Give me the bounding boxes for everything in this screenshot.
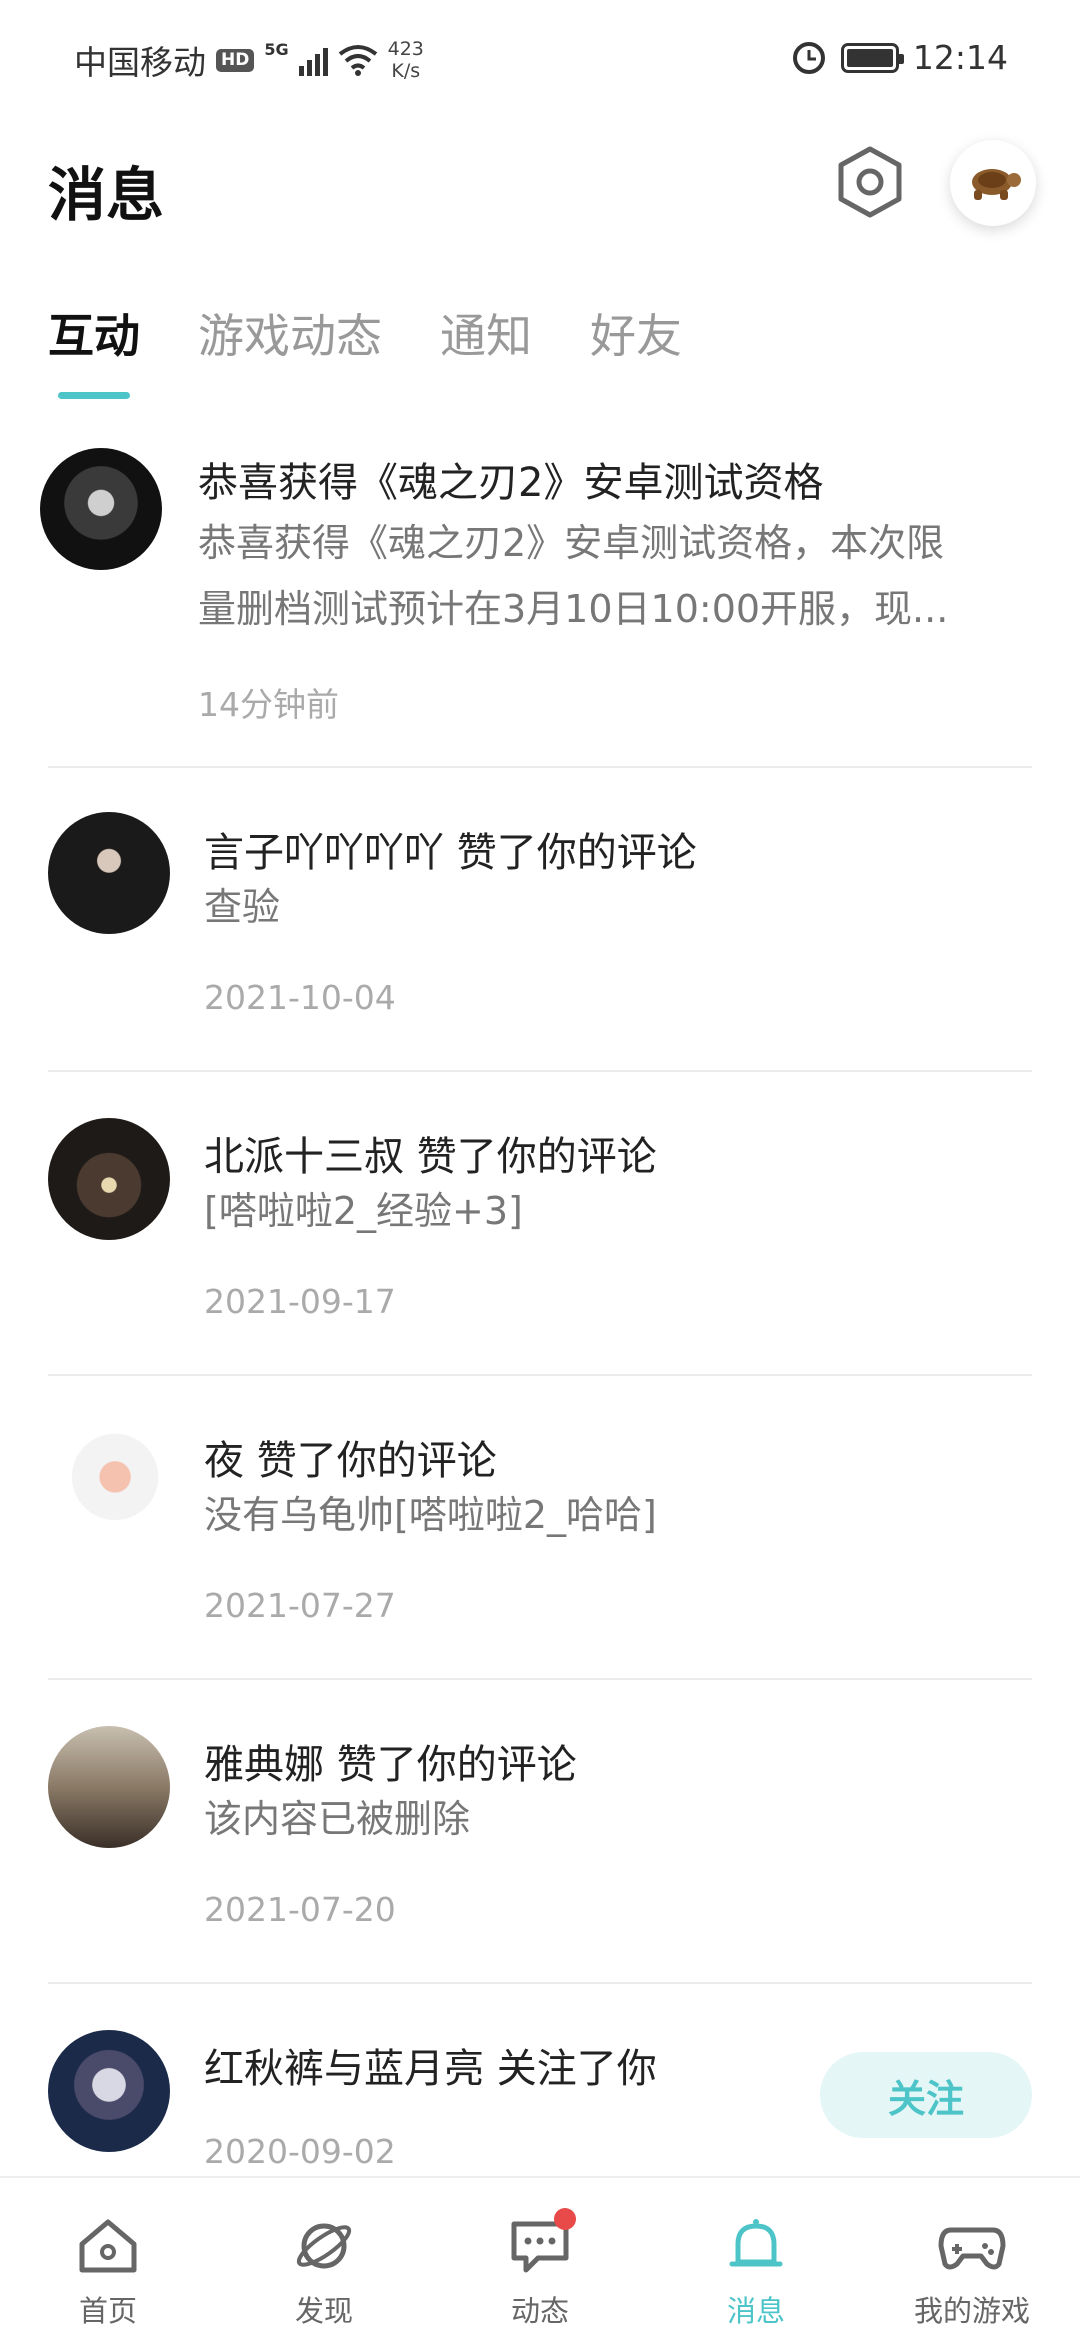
message-title: 北派十三叔 赞了你的评论 <box>204 1134 657 1180</box>
status-bar: 中国移动 HD 5G 423 K/s 12:14 <box>0 0 1080 120</box>
nav-label: 消息 <box>726 2294 785 2328</box>
avatar[interactable] <box>48 2030 170 2152</box>
nav-messages[interactable]: 消息 <box>648 2178 864 2340</box>
tab-friends[interactable]: 好友 <box>590 300 682 390</box>
tab-label: 好友 <box>590 309 682 363</box>
message-body: 查验 <box>204 885 281 929</box>
nav-feed[interactable]: 动态 <box>432 2178 648 2340</box>
net-speed: 423 K/s <box>388 38 424 82</box>
message-list: 恭喜获得《魂之刃2》安卓测试资格 恭喜获得《魂之刃2》安卓测试资格，本次限 量删… <box>0 420 1080 2204</box>
message-item[interactable]: 夜 赞了你的评论 没有乌龟帅[嗒啦啦2_哈哈] 2021-07-27 <box>48 1376 1032 1680</box>
message-body-line: 恭喜获得《魂之刃2》安卓测试资格，本次限 <box>198 521 945 565</box>
home-icon <box>72 2210 144 2282</box>
message-item[interactable]: 言子吖吖吖吖 赞了你的评论 查验 2021-10-04 <box>48 768 1032 1072</box>
profile-avatar-button[interactable] <box>950 140 1036 226</box>
message-title: 言子吖吖吖吖 赞了你的评论 <box>204 830 697 876</box>
message-item[interactable]: 雅典娜 赞了你的评论 该内容已被删除 2021-07-20 <box>48 1680 1032 1984</box>
page-title: 消息 <box>48 161 165 229</box>
message-tabs: 互动 游戏动态 通知 好友 <box>48 300 682 399</box>
message-time: 14分钟前 <box>198 685 339 724</box>
follow-button[interactable]: 关注 <box>820 2052 1032 2138</box>
message-item[interactable]: 北派十三叔 赞了你的评论 [嗒啦啦2_经验+3] 2021-09-17 <box>48 1072 1032 1376</box>
nav-home[interactable]: 首页 <box>0 2178 216 2340</box>
nav-label: 我的游戏 <box>913 2294 1030 2328</box>
settings-button[interactable] <box>832 142 908 222</box>
message-time: 2021-10-04 <box>204 978 396 1017</box>
message-item[interactable]: 恭喜获得《魂之刃2》安卓测试资格 恭喜获得《魂之刃2》安卓测试资格，本次限 量删… <box>40 420 1032 768</box>
message-body: 该内容已被删除 <box>204 1797 471 1841</box>
message-body: 恭喜获得《魂之刃2》安卓测试资格，本次限 量删档测试预计在3月10日10:00开… <box>198 510 948 642</box>
wifi-icon <box>338 45 377 76</box>
avatar[interactable] <box>40 448 162 570</box>
settings-icon <box>838 146 902 218</box>
nav-label: 发现 <box>294 2294 353 2328</box>
alarm-icon <box>792 41 825 74</box>
message-title: 夜 赞了你的评论 <box>204 1438 497 1484</box>
message-title: 红秋裤与蓝月亮 关注了你 <box>204 2046 657 2092</box>
gamepad-icon <box>936 2210 1008 2282</box>
nav-label: 动态 <box>510 2294 569 2328</box>
message-time: 2020-09-02 <box>204 2132 396 2171</box>
message-title: 雅典娜 赞了你的评论 <box>204 1742 577 1788</box>
turtle-avatar-icon <box>972 169 1021 200</box>
tab-notifications[interactable]: 通知 <box>440 300 532 390</box>
avatar[interactable] <box>48 812 170 934</box>
message-time: 2021-07-27 <box>204 1586 396 1625</box>
message-body: [嗒啦啦2_经验+3] <box>204 1189 523 1233</box>
message-time: 2021-09-17 <box>204 1282 396 1321</box>
tab-label: 游戏动态 <box>198 309 382 363</box>
nav-label: 首页 <box>78 2294 137 2328</box>
message-body-line: 量删档测试预计在3月10日10:00开服，现... <box>198 587 949 631</box>
status-left: 中国移动 HD 5G 423 K/s <box>74 36 424 84</box>
nav-discover[interactable]: 发现 <box>216 2178 432 2340</box>
carrier-name: 中国移动 <box>74 43 206 82</box>
notification-badge <box>554 2208 576 2230</box>
avatar[interactable] <box>48 1422 170 1544</box>
tab-label: 互动 <box>48 309 140 363</box>
speed-value: 423 <box>387 38 424 60</box>
signal-icon <box>298 44 328 76</box>
avatar[interactable] <box>48 1118 170 1240</box>
active-tab-indicator <box>58 392 130 399</box>
bottom-nav: 首页 发现 动态 消息 我的游戏 <box>0 2176 1080 2340</box>
speed-unit: K/s <box>391 60 421 82</box>
tab-interaction[interactable]: 互动 <box>48 300 140 399</box>
tab-game-news[interactable]: 游戏动态 <box>198 300 382 390</box>
planet-icon <box>288 2210 360 2282</box>
avatar[interactable] <box>48 1726 170 1848</box>
status-right: 12:14 <box>791 38 1008 77</box>
message-time: 2021-07-20 <box>204 1890 396 1929</box>
bell-icon <box>720 2210 792 2282</box>
hd-badge: HD <box>216 48 255 72</box>
nav-my-games[interactable]: 我的游戏 <box>864 2178 1080 2340</box>
message-title: 恭喜获得《魂之刃2》安卓测试资格 <box>198 460 824 506</box>
network-type: 5G <box>264 40 289 59</box>
clock: 12:14 <box>912 38 1008 77</box>
battery-icon <box>840 42 904 73</box>
tab-label: 通知 <box>440 309 532 363</box>
message-body: 没有乌龟帅[嗒啦啦2_哈哈] <box>204 1493 657 1537</box>
